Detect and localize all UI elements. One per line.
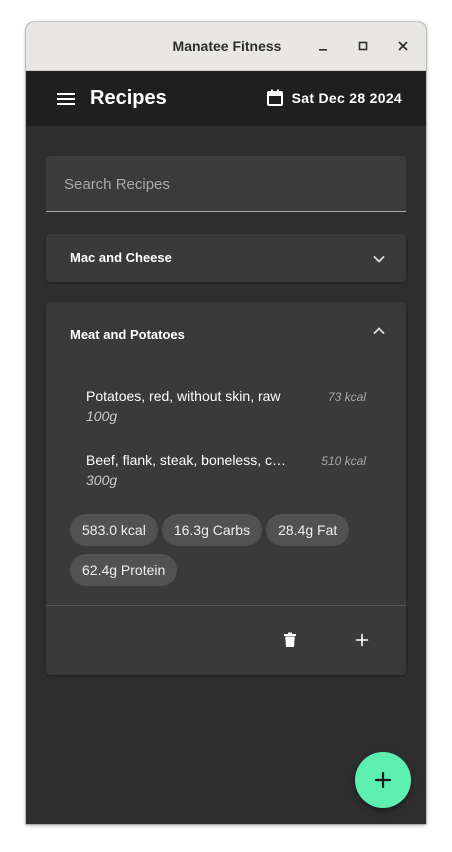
ingredient-item[interactable]: Beef, flank, steak, boneless, c… 300g 51… [86,452,386,496]
recipe-panel-mac-and-cheese: Mac and Cheese [46,234,406,282]
recipe-header-mac-and-cheese[interactable]: Mac and Cheese [46,234,406,282]
carbs-chip: 16.3g Carbs [161,514,263,546]
maximize-button[interactable] [352,35,374,57]
recipes-content: Mac and Cheese Meat and Potatoes Potatoe… [26,126,426,824]
app-bar: Recipes Sat Dec 28 2024 [26,71,426,127]
nutrition-totals: 583.0 kcal 16.3g Carbs 28.4g Fat 62.4g Prot… [70,514,390,594]
add-recipe-fab[interactable] [355,752,411,808]
ingredient-quantity: 300g [86,472,118,488]
add-ingredient-button[interactable] [350,628,374,652]
close-icon [398,41,408,51]
minimize-icon [319,49,327,51]
close-button[interactable] [392,35,414,57]
delete-recipe-button[interactable] [278,628,302,652]
ingredient-kcal: 73 kcal [327,390,366,404]
plus-icon [355,633,369,647]
ingredient-item[interactable]: Potatoes, red, without skin, raw 100g 73… [86,388,386,432]
chevron-up-icon[interactable] [372,324,386,338]
recipe-header-meat-and-potatoes[interactable]: Meat and Potatoes [46,302,406,366]
ingredient-kcal: 510 kcal [321,454,366,468]
page-title: Recipes [90,87,167,109]
app-window: Manatee Fitness Recipes Sat Dec 28 2024 … [26,22,426,824]
window-titlebar[interactable]: Manatee Fitness [26,22,426,71]
trash-icon [284,632,296,647]
current-date: Sat Dec 28 2024 [291,90,402,106]
search-field[interactable] [46,156,406,212]
ingredient-name: Beef, flank, steak, boneless, c… [86,452,286,468]
ingredient-quantity: 100g [86,408,118,424]
recipe-name: Meat and Potatoes [70,327,185,342]
recipe-panel-meat-and-potatoes: Meat and Potatoes Potatoes, red, without… [46,302,406,675]
date-picker-button[interactable]: Sat Dec 28 2024 [266,89,402,107]
kcal-chip: 583.0 kcal [70,514,158,546]
plus-icon [374,771,392,789]
chevron-down-icon[interactable] [372,252,386,266]
panel-divider [46,605,406,606]
calendar-icon [266,89,283,106]
hamburger-menu-icon[interactable] [56,91,76,107]
protein-chip: 62.4g Protein [70,554,178,586]
recipe-name: Mac and Cheese [70,250,172,265]
ingredient-name: Potatoes, red, without skin, raw [86,388,281,404]
minimize-button[interactable] [312,35,334,57]
maximize-icon [358,41,368,51]
search-input[interactable] [62,171,386,197]
fat-chip: 28.4g Fat [266,514,350,546]
